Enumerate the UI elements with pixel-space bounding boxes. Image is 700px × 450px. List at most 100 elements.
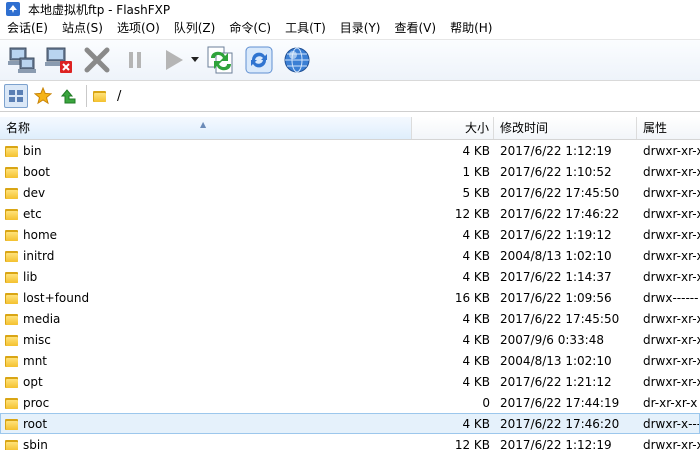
file-attributes: drwxr-x--- bbox=[643, 416, 700, 431]
column-header-modified[interactable]: 修改时间 bbox=[494, 117, 637, 139]
disconnect-button[interactable] bbox=[42, 43, 76, 77]
file-name-cell: home bbox=[0, 228, 412, 242]
transfer-icon bbox=[207, 46, 233, 74]
play-icon bbox=[166, 50, 183, 70]
file-name: etc bbox=[23, 206, 42, 221]
file-modified-time: 2017/6/22 1:21:12 bbox=[500, 374, 612, 389]
pause-button[interactable] bbox=[118, 43, 152, 77]
folder-icon bbox=[5, 313, 18, 325]
menu-commands[interactable]: 命令(C) bbox=[222, 18, 278, 39]
column-header-attributes[interactable]: 属性 bbox=[637, 117, 700, 139]
play-button[interactable] bbox=[156, 43, 190, 77]
menu-session[interactable]: 会话(E) bbox=[0, 18, 55, 39]
file-row[interactable]: root 4 KB 2017/6/22 17:46:20 drwxr-x--- bbox=[0, 413, 700, 434]
parent-directory-button[interactable] bbox=[58, 85, 80, 107]
file-name: home bbox=[23, 227, 58, 242]
file-attributes: drwxr-xr-x bbox=[643, 311, 700, 326]
file-modified-time: 2004/8/13 1:02:10 bbox=[500, 248, 612, 263]
transfer-button[interactable] bbox=[204, 43, 238, 77]
menu-sites[interactable]: 站点(S) bbox=[55, 18, 110, 39]
file-attributes: drwx------ bbox=[643, 290, 699, 305]
local-remote-toggle-button[interactable] bbox=[4, 84, 28, 108]
file-name: proc bbox=[23, 395, 50, 410]
file-row[interactable]: home 4 KB 2017/6/22 1:19:12 drwxr-xr-x bbox=[0, 224, 700, 245]
star-icon bbox=[34, 87, 52, 105]
file-attributes: drwxr-xr-x bbox=[643, 227, 700, 242]
connect-icon bbox=[8, 47, 36, 73]
menu-help[interactable]: 帮助(H) bbox=[443, 18, 499, 39]
toolbar bbox=[0, 40, 700, 81]
file-row[interactable]: bin 4 KB 2017/6/22 1:12:19 drwxr-xr-x bbox=[0, 140, 700, 161]
file-list: bin 4 KB 2017/6/22 1:12:19 drwxr-xr-x boot 1 … bbox=[0, 140, 700, 450]
file-row[interactable]: etc 12 KB 2017/6/22 17:46:22 drwxr-xr-x bbox=[0, 203, 700, 224]
file-row[interactable]: misc 4 KB 2007/9/6 0:33:48 drwxr-xr-x bbox=[0, 329, 700, 350]
file-name: opt bbox=[23, 374, 43, 389]
folder-icon bbox=[5, 250, 18, 262]
folder-icon bbox=[5, 187, 18, 199]
folder-icon bbox=[5, 292, 18, 304]
column-header-size[interactable]: 大小 bbox=[412, 117, 494, 139]
folder-icon bbox=[5, 145, 18, 157]
file-name: misc bbox=[23, 332, 51, 347]
file-row[interactable]: media 4 KB 2017/6/22 17:45:50 drwxr-xr-x bbox=[0, 308, 700, 329]
file-row[interactable]: initrd 4 KB 2004/8/13 1:02:10 drwxr-xr-x bbox=[0, 245, 700, 266]
file-size: 4 KB bbox=[462, 353, 490, 368]
menu-view[interactable]: 查看(V) bbox=[388, 18, 444, 39]
pause-icon bbox=[129, 52, 141, 68]
file-attributes: drwxr-xr-x bbox=[643, 164, 700, 179]
file-attributes: drwxr-xr-x bbox=[643, 437, 700, 450]
file-attributes: drwxr-xr-x bbox=[643, 248, 700, 263]
connect-button[interactable] bbox=[4, 43, 38, 77]
file-row[interactable]: lib 4 KB 2017/6/22 1:14:37 drwxr-xr-x bbox=[0, 266, 700, 287]
file-size: 4 KB bbox=[462, 269, 490, 284]
file-name-cell: proc bbox=[0, 396, 412, 410]
file-modified-time: 2017/6/22 1:09:56 bbox=[500, 290, 612, 305]
menu-options[interactable]: 选项(O) bbox=[110, 18, 167, 39]
title-bar: 本地虚拟机ftp - FlashFXP bbox=[0, 0, 700, 18]
file-size: 5 KB bbox=[462, 185, 490, 200]
file-name-cell: opt bbox=[0, 375, 412, 389]
file-name-cell: media bbox=[0, 312, 412, 326]
file-name-cell: dev bbox=[0, 186, 412, 200]
column-header-name[interactable]: ▲ 名称 bbox=[0, 117, 412, 139]
file-row[interactable]: dev 5 KB 2017/6/22 17:45:50 drwxr-xr-x bbox=[0, 182, 700, 203]
globe-icon bbox=[284, 47, 310, 73]
file-name: media bbox=[23, 311, 61, 326]
file-modified-time: 2017/6/22 17:44:19 bbox=[500, 395, 620, 410]
folder-icon bbox=[5, 418, 18, 430]
file-attributes: drwxr-xr-x bbox=[643, 185, 700, 200]
file-attributes: drwxr-xr-x bbox=[643, 353, 700, 368]
file-name-cell: lost+found bbox=[0, 291, 412, 305]
address-separator bbox=[86, 85, 87, 107]
menu-queue[interactable]: 队列(Z) bbox=[167, 18, 223, 39]
bookmarks-button[interactable] bbox=[32, 85, 54, 107]
file-size: 4 KB bbox=[462, 416, 490, 431]
file-row[interactable]: lost+found 16 KB 2017/6/22 1:09:56 drwx----… bbox=[0, 287, 700, 308]
file-name: mnt bbox=[23, 353, 47, 368]
file-modified-time: 2017/6/22 1:19:12 bbox=[500, 227, 612, 242]
folder-icon bbox=[5, 355, 18, 367]
file-modified-time: 2017/6/22 1:12:19 bbox=[500, 143, 612, 158]
file-row[interactable]: proc 0 2017/6/22 17:44:19 dr-xr-xr-x bbox=[0, 392, 700, 413]
column-name-label: 名称 bbox=[6, 121, 31, 135]
file-size: 4 KB bbox=[462, 248, 490, 263]
menu-directory[interactable]: 目录(Y) bbox=[333, 18, 388, 39]
menu-tools[interactable]: 工具(T) bbox=[278, 18, 333, 39]
path-field[interactable]: / bbox=[93, 85, 121, 107]
play-dropdown-button[interactable] bbox=[190, 43, 200, 77]
file-size: 4 KB bbox=[462, 332, 490, 347]
refresh-button[interactable] bbox=[242, 43, 276, 77]
abort-button[interactable] bbox=[80, 43, 114, 77]
file-modified-time: 2017/6/22 1:14:37 bbox=[500, 269, 612, 284]
file-row[interactable]: boot 1 KB 2017/6/22 1:10:52 drwxr-xr-x bbox=[0, 161, 700, 182]
file-attributes: drwxr-xr-x bbox=[643, 269, 700, 284]
globe-button[interactable] bbox=[280, 43, 314, 77]
file-attributes: drwxr-xr-x bbox=[643, 374, 700, 389]
file-row[interactable]: mnt 4 KB 2004/8/13 1:02:10 drwxr-xr-x bbox=[0, 350, 700, 371]
file-row[interactable]: opt 4 KB 2017/6/22 1:21:12 drwxr-xr-x bbox=[0, 371, 700, 392]
folder-icon bbox=[5, 208, 18, 220]
file-row[interactable]: sbin 12 KB 2017/6/22 1:12:19 drwxr-xr-x bbox=[0, 434, 700, 450]
folder-icon bbox=[5, 397, 18, 409]
folder-icon bbox=[93, 90, 106, 102]
current-path: / bbox=[117, 88, 122, 104]
